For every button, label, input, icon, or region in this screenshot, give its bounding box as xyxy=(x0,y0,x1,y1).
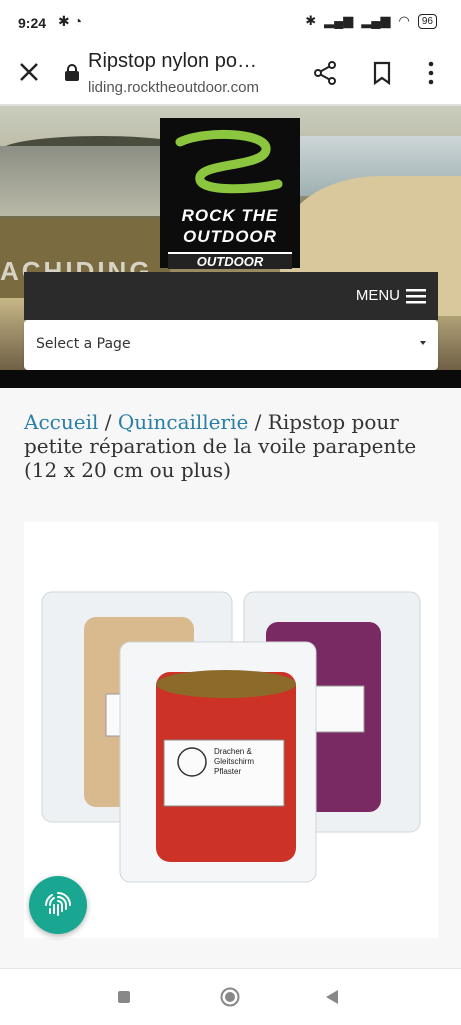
signal-icon-2: ▂▄▆ xyxy=(361,13,391,28)
header-bottom-strip xyxy=(0,370,461,388)
breadcrumb: Accueil / Quincaillerie / Ripstop pour p… xyxy=(24,410,444,482)
label-text: Drachen & xyxy=(214,747,252,756)
site-logo[interactable]: ROCK THE OUTDOOR OUTDOOR xyxy=(160,118,300,269)
status-time: 9:24 xyxy=(18,15,47,31)
bluetooth-icon: ✱ xyxy=(305,13,317,28)
breadcrumb-separator: / xyxy=(248,410,268,434)
system-nav-bar xyxy=(0,968,461,1025)
breadcrumb-home-link[interactable]: Accueil xyxy=(24,410,98,434)
breadcrumb-category-link[interactable]: Quincaillerie xyxy=(118,410,249,434)
recent-apps-icon[interactable] xyxy=(118,991,130,1003)
menu-bar: MENU xyxy=(24,272,438,320)
menu-button[interactable]: MENU xyxy=(356,287,400,304)
lock-icon xyxy=(65,64,79,81)
roll-red-top xyxy=(156,670,296,698)
logo-text-line3: OUTDOOR xyxy=(168,252,292,269)
wifi-icon: ◠ xyxy=(398,13,410,28)
product-image[interactable]: Drachen & Gleitschirm Pflaster xyxy=(24,522,438,938)
more-options-icon[interactable] xyxy=(424,60,438,86)
breadcrumb-separator: / xyxy=(98,410,118,434)
home-icon[interactable] xyxy=(220,987,240,1007)
page-select-dropdown[interactable]: Select a Page xyxy=(24,320,438,370)
logo-swoosh-icon xyxy=(175,130,283,194)
share-icon[interactable] xyxy=(312,60,338,86)
chevron-down-icon xyxy=(420,341,426,345)
page-title[interactable]: Ripstop nylon po… xyxy=(88,50,257,73)
fingerprint-icon xyxy=(45,892,71,916)
logo-text-line1: ROCK THE xyxy=(181,206,279,225)
status-bar: 9:24 ✱ ◔ ✱ ▂▄▆ ▂▄▆ ◠ 96 xyxy=(0,0,461,46)
close-icon[interactable] xyxy=(16,59,42,85)
site-header-banner: ACHIDING ROCK THE OUTDOOR OUTDOOR MENU S… xyxy=(0,106,461,388)
notification-icons: ✱ ◔ xyxy=(58,13,83,29)
product-photo-illustration: Drachen & Gleitschirm Pflaster xyxy=(41,591,421,883)
back-icon[interactable] xyxy=(323,988,341,1006)
label-text: Gleitschirm xyxy=(214,757,254,766)
floating-action-button[interactable] xyxy=(29,876,87,934)
page-domain[interactable]: liding.rocktheoutdoor.com xyxy=(88,79,259,96)
page-select-value: Select a Page xyxy=(36,336,131,352)
label-text: Pflaster xyxy=(214,767,241,776)
browser-toolbar: Ripstop nylon po… liding.rocktheoutdoor.… xyxy=(0,46,461,106)
signal-icon: ▂▄▆ xyxy=(324,13,354,28)
status-icons: ✱ ▂▄▆ ▂▄▆ ◠ 96 xyxy=(305,13,437,29)
bookmark-icon[interactable] xyxy=(370,60,394,86)
battery-icon: 96 xyxy=(417,13,437,29)
logo-text-line2: OUTDOOR xyxy=(183,227,277,246)
hamburger-menu-icon[interactable] xyxy=(406,288,426,304)
